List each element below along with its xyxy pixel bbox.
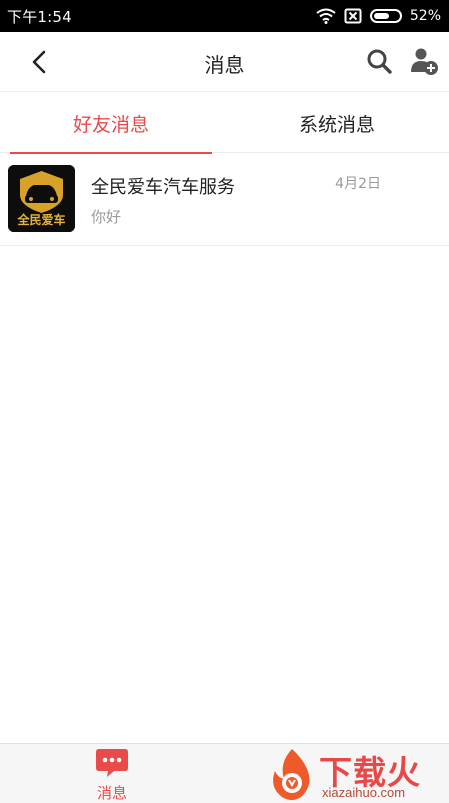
status-bar: 下午1:54 52% xyxy=(0,0,449,32)
chat-bubble-icon xyxy=(96,749,128,777)
status-time: 下午1:54 xyxy=(7,8,72,26)
nav-messages-label: 消息 xyxy=(96,784,127,802)
wifi-icon xyxy=(316,8,336,24)
nav-item-messages[interactable]: 消息 xyxy=(82,746,142,802)
message-tabs: 好友消息 系统消息 xyxy=(0,93,449,154)
status-icons: 52% xyxy=(316,6,441,26)
header: 消息 xyxy=(0,32,449,92)
watermark-subtext: xiazaihuo.com xyxy=(322,785,406,800)
search-icon xyxy=(367,49,392,74)
tab-friend-messages[interactable]: 好友消息 xyxy=(10,93,212,154)
message-preview: 你好 xyxy=(91,208,122,226)
flame-logo-icon xyxy=(273,749,310,800)
add-friend-icon xyxy=(411,48,438,75)
avatar-text: 全民爱车 xyxy=(16,212,65,227)
battery-icon xyxy=(369,9,402,23)
no-sim-icon xyxy=(344,8,362,24)
search-button[interactable] xyxy=(363,44,397,80)
battery-percent: 52% xyxy=(409,8,441,24)
message-list-item[interactable]: 全民爱车 全民爱车汽车服务 4月2日 你好 xyxy=(0,154,449,246)
tab-system-messages[interactable]: 系统消息 xyxy=(237,93,437,153)
sender-name: 全民爱车汽车服务 xyxy=(91,177,235,198)
add-friend-button[interactable] xyxy=(407,44,443,80)
message-date: 4月2日 xyxy=(335,176,381,192)
car-service-logo: 全民爱车 xyxy=(8,165,75,232)
avatar: 全民爱车 xyxy=(8,165,75,232)
watermark: 下载火 xiazaihuo.com xyxy=(265,745,449,803)
